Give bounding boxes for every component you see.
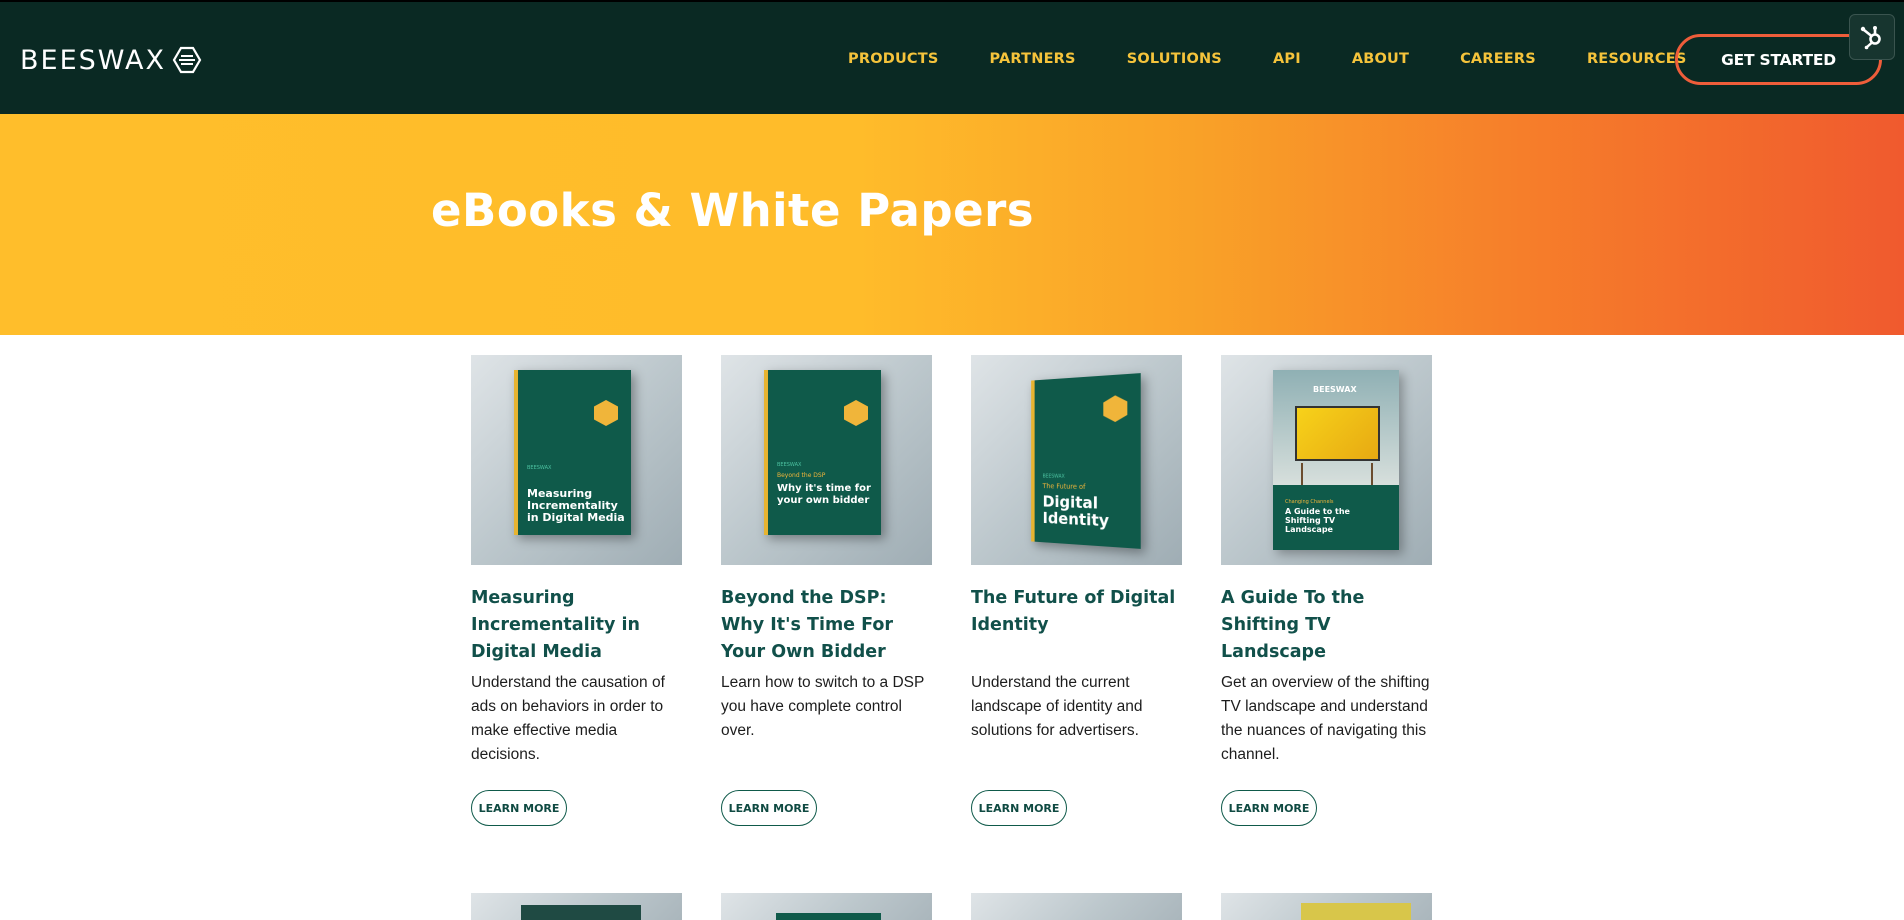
nav-products[interactable]: PRODUCTS — [848, 51, 939, 67]
learn-more-button[interactable]: LEARN MORE — [1221, 790, 1317, 826]
card-description: Learn how to switch to a DSP you have co… — [721, 674, 925, 739]
learn-more-button[interactable]: LEARN MORE — [471, 790, 567, 826]
ebook-card: BEESWAX Changing Channels A Guide to the… — [1221, 355, 1432, 826]
page-title: eBooks & White Papers — [431, 184, 1035, 237]
nav-partners[interactable]: PARTNERS — [990, 51, 1076, 67]
beeswax-logo[interactable]: BEESWAX — [20, 44, 202, 76]
card-description: Get an overview of the shifting TV lands… — [1221, 674, 1430, 763]
ebook-cover-image[interactable]: BEESWAX Changing Channels A Guide to the… — [1221, 355, 1432, 565]
beeswax-badge-icon — [844, 400, 868, 426]
ebook-cover-image[interactable] — [1221, 893, 1432, 920]
nav-careers[interactable]: CAREERS — [1460, 51, 1536, 67]
cover-brand: BEESWAX — [1313, 385, 1357, 394]
hero-banner: eBooks & White Papers — [0, 114, 1904, 335]
book-cover — [1301, 903, 1411, 920]
learn-more-button[interactable]: LEARN MORE — [721, 790, 817, 826]
book-cover: BEESWAX Beyond the DSP Why it's time for… — [764, 370, 881, 535]
card-title[interactable]: Beyond the DSP: Why It's Time For Your O… — [721, 585, 932, 671]
cover-title: Digital Identity — [1042, 491, 1110, 531]
hubspot-widget-button[interactable] — [1849, 14, 1895, 60]
logo-text: BEESWAX — [20, 44, 166, 76]
ebook-card: BEESWAX The Future of Digital Identity T… — [971, 355, 1182, 826]
tv-illustration — [1295, 406, 1380, 461]
cover-kicker: Changing Channels — [1285, 499, 1334, 505]
ebook-card: BEESWAX Measuring Incrementality in Digi… — [471, 355, 682, 826]
cover-title: A Guide to the Shifting TV Landscape — [1285, 507, 1350, 534]
beeswax-badge-icon — [594, 400, 618, 426]
cover-kicker: The Future of — [1042, 482, 1086, 492]
ebook-cover-image[interactable] — [721, 893, 932, 920]
cover-kicker: Beyond the DSP — [777, 472, 826, 479]
cover-title: Why it's time for your own bidder — [777, 483, 871, 506]
hubspot-icon — [1860, 26, 1881, 50]
card-title[interactable]: Measuring Incrementality in Digital Medi… — [471, 585, 682, 671]
ebook-cover-image[interactable] — [971, 893, 1182, 920]
cover-brand: BEESWAX — [777, 462, 802, 468]
tv-leg — [1371, 463, 1373, 485]
ebook-cover-image[interactable] — [471, 893, 682, 920]
book-cover — [521, 905, 641, 920]
cover-photo: BEESWAX — [1273, 370, 1399, 485]
cover-brand: BEESWAX — [527, 465, 552, 471]
nav-resources[interactable]: RESOURCES — [1587, 51, 1687, 67]
card-description: Understand the current landscape of iden… — [971, 674, 1143, 739]
card-title[interactable]: A Guide To the Shifting TV Landscape — [1221, 585, 1432, 671]
cover-title: Measuring Incrementality in Digital Medi… — [527, 487, 625, 524]
cover-footer: Changing Channels A Guide to the Shiftin… — [1273, 485, 1399, 550]
book-cover: BEESWAX Measuring Incrementality in Digi… — [514, 370, 631, 535]
ebook-card: BEESWAX Beyond the DSP Why it's time for… — [721, 355, 932, 826]
tv-leg — [1301, 463, 1303, 485]
nav-about[interactable]: ABOUT — [1352, 51, 1409, 67]
card-title[interactable]: The Future of Digital Identity — [971, 585, 1182, 671]
beeswax-badge-icon — [1103, 395, 1127, 423]
logo-mark-icon — [172, 46, 202, 74]
book-cover: BEESWAX The Future of Digital Identity — [1031, 373, 1141, 549]
cover-brand: BEESWAX — [1042, 473, 1065, 480]
book-cover — [776, 913, 881, 920]
site-header: BEESWAX PRODUCTS PARTNERS SOLUTIONS API … — [0, 0, 1904, 114]
nav-api[interactable]: API — [1273, 51, 1301, 67]
learn-more-button[interactable]: LEARN MORE — [971, 790, 1067, 826]
nav-solutions[interactable]: SOLUTIONS — [1127, 51, 1222, 67]
ebook-cover-image[interactable]: BEESWAX Beyond the DSP Why it's time for… — [721, 355, 932, 565]
main-nav: PRODUCTS PARTNERS SOLUTIONS API ABOUT CA… — [848, 2, 1687, 116]
book-cover: BEESWAX Changing Channels A Guide to the… — [1273, 370, 1399, 550]
ebook-cover-image[interactable]: BEESWAX Measuring Incrementality in Digi… — [471, 355, 682, 565]
ebook-cover-image[interactable]: BEESWAX The Future of Digital Identity — [971, 355, 1182, 565]
card-description: Understand the causation of ads on behav… — [471, 674, 665, 763]
